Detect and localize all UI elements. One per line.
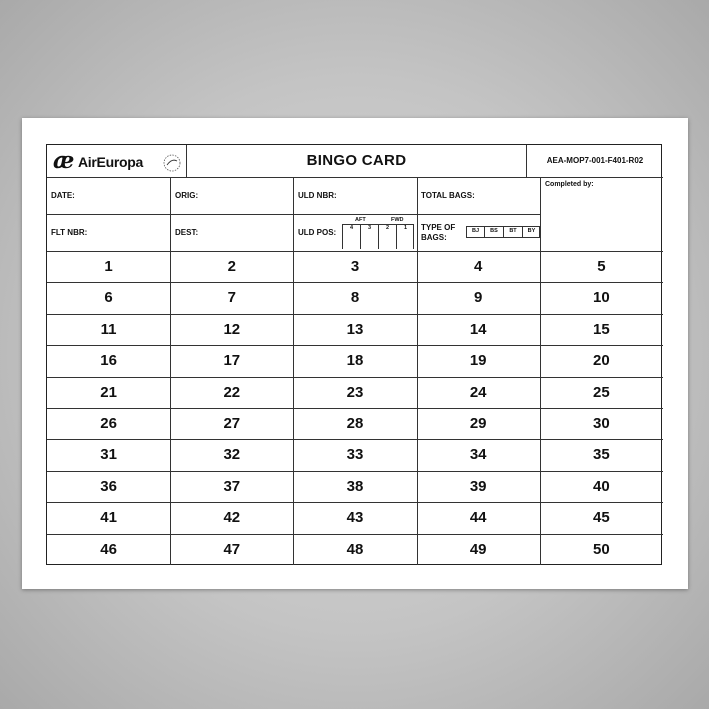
type-of-bags-label-line2: BAGS: [421,233,447,242]
dest-label: DEST: [175,228,199,237]
aft-label: AFT [355,217,366,223]
bingo-number-cell[interactable]: 38 [293,471,416,502]
bingo-number-cell[interactable]: 31 [47,439,170,470]
uld-position-3[interactable]: 3 [361,225,378,232]
bingo-number-cell[interactable]: 17 [170,345,293,376]
bingo-number-cell[interactable]: 24 [417,377,540,408]
bingo-number-cell[interactable]: 50 [540,534,663,565]
bingo-number-cell[interactable]: 8 [293,282,416,313]
bingo-number-cell[interactable]: 9 [417,282,540,313]
bingo-number-cell[interactable]: 46 [47,534,170,565]
bingo-number-cell[interactable]: 36 [47,471,170,502]
uld-position-2[interactable]: 2 [379,225,396,232]
orig-label: ORIG: [175,191,199,200]
bingo-number-cell[interactable]: 13 [293,314,416,345]
bingo-number-cell[interactable]: 25 [540,377,663,408]
bingo-number-cell[interactable]: 29 [417,408,540,439]
bingo-number-cell[interactable]: 32 [170,439,293,470]
type-of-bags-label-line1: TYPE OF [421,223,456,232]
bingo-number-cell[interactable]: 22 [170,377,293,408]
bingo-number-cell[interactable]: 7 [170,282,293,313]
bingo-number-cell[interactable]: 18 [293,345,416,376]
bingo-number-cell[interactable]: 4 [417,251,540,282]
skyteam-alliance-icon [163,154,181,172]
bingo-number-cell[interactable]: 43 [293,502,416,533]
bingo-number-cell[interactable]: 35 [540,439,663,470]
bag-type-by[interactable]: BY [523,226,540,237]
bingo-number-cell[interactable]: 19 [417,345,540,376]
bingo-card-form: æ AirEuropa BINGO CARD AEA-MOP7-001-F401… [46,144,663,565]
form-code: AEA-MOP7-001-F401-R02 [546,156,644,165]
bingo-number-cell[interactable]: 27 [170,408,293,439]
bingo-number-cell[interactable]: 28 [293,408,416,439]
bingo-number-cell[interactable]: 5 [540,251,663,282]
bag-type-bs[interactable]: BS [485,226,503,237]
form-title: BINGO CARD [306,152,407,169]
bingo-number-cell[interactable]: 40 [540,471,663,502]
bingo-number-cell[interactable]: 6 [47,282,170,313]
bingo-number-cell[interactable]: 45 [540,502,663,533]
bingo-number-cell[interactable]: 42 [170,502,293,533]
bingo-number-cell[interactable]: 20 [540,345,663,376]
uld-position-4[interactable]: 4 [343,225,360,232]
uld-pos-label: ULD POS: [298,228,337,237]
bingo-number-cell[interactable]: 49 [417,534,540,565]
bingo-number-cell[interactable]: 44 [417,502,540,533]
bingo-number-cell[interactable]: 15 [540,314,663,345]
paper-sheet: æ AirEuropa BINGO CARD AEA-MOP7-001-F401… [22,118,688,589]
bingo-number-cell[interactable]: 37 [170,471,293,502]
bingo-number-cell[interactable]: 39 [417,471,540,502]
logo-mark: æ [53,147,75,174]
bingo-number-cell[interactable]: 14 [417,314,540,345]
bingo-number-cell[interactable]: 33 [293,439,416,470]
bingo-number-cell[interactable]: 41 [47,502,170,533]
bingo-number-cell[interactable]: 34 [417,439,540,470]
bingo-number-cell[interactable]: 12 [170,314,293,345]
bingo-number-cell[interactable]: 1 [47,251,170,282]
flt-nbr-label: FLT NBR: [51,228,88,237]
airline-logo: æ AirEuropa [51,147,185,177]
bingo-number-cell[interactable]: 3 [293,251,416,282]
bingo-number-cell[interactable]: 23 [293,377,416,408]
completed-by-label: Completed by: [545,181,594,188]
uld-position-1[interactable]: 1 [397,225,414,232]
bag-type-bt[interactable]: BT [504,226,522,237]
bingo-number-cell[interactable]: 21 [47,377,170,408]
bingo-number-cell[interactable]: 26 [47,408,170,439]
uld-nbr-label: ULD NBR: [298,191,337,200]
bingo-number-cell[interactable]: 48 [293,534,416,565]
bingo-number-cell[interactable]: 47 [170,534,293,565]
bingo-number-cell[interactable]: 11 [47,314,170,345]
bingo-number-cell[interactable]: 16 [47,345,170,376]
bag-type-bj[interactable]: BJ [467,226,484,237]
bingo-number-cell[interactable]: 10 [540,282,663,313]
fwd-label: FWD [391,217,404,223]
bingo-number-cell[interactable]: 30 [540,408,663,439]
total-bags-label: TOTAL BAGS: [421,191,475,200]
date-label: DATE: [51,191,75,200]
bingo-number-cell[interactable]: 2 [170,251,293,282]
logo-wordmark: AirEuropa [78,154,143,170]
